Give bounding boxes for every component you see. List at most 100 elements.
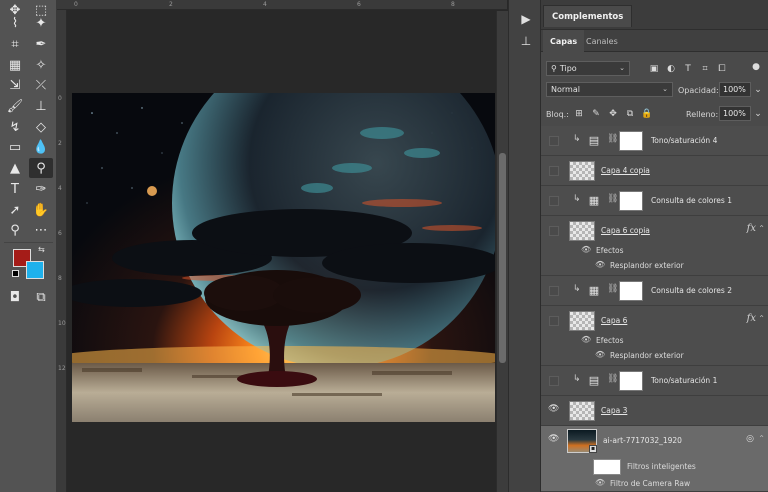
- gradient-icon[interactable]: ▭: [3, 137, 27, 157]
- lock-transparent-icon[interactable]: ⊞: [573, 108, 585, 120]
- crop-icon[interactable]: ⌗: [3, 34, 27, 54]
- more-icon[interactable]: ⋯: [29, 220, 53, 240]
- effects-row[interactable]: 👁 Efectos: [541, 333, 768, 348]
- lock-image-icon[interactable]: ✎: [590, 108, 602, 120]
- eyedropper-icon[interactable]: ✒: [29, 34, 53, 54]
- filter-toggle-icon[interactable]: ●: [750, 61, 762, 73]
- lock-all-icon[interactable]: 🔒: [641, 108, 653, 120]
- default-colors-icon[interactable]: [12, 270, 19, 277]
- scrollbar-thumb[interactable]: [499, 153, 506, 363]
- filter-adjustment-icon[interactable]: ◐: [665, 63, 677, 75]
- eye-icon[interactable]: 👁: [548, 404, 559, 414]
- magic-wand-icon[interactable]: ✦: [29, 13, 53, 33]
- layer-mask-thumbnail[interactable]: [619, 371, 643, 391]
- blur-icon[interactable]: 💧: [29, 137, 53, 157]
- clip-arrow-icon: ↳: [573, 284, 581, 294]
- visibility-toggle[interactable]: [549, 166, 559, 176]
- chevron-up-icon[interactable]: ⌃: [758, 224, 765, 233]
- layer-mask-thumbnail[interactable]: [619, 191, 643, 211]
- play-icon[interactable]: ▶: [517, 10, 535, 28]
- layer-mask-thumbnail[interactable]: [619, 281, 643, 301]
- background-color-swatch[interactable]: [26, 261, 44, 279]
- pen-icon[interactable]: ✑: [29, 179, 53, 199]
- lasso-icon[interactable]: ⌇: [3, 13, 27, 33]
- eye-icon[interactable]: 👁: [581, 245, 591, 254]
- brush-icon[interactable]: ⇲: [3, 75, 27, 95]
- eye-icon[interactable]: 👁: [595, 350, 605, 359]
- canvas-workspace[interactable]: [68, 11, 496, 492]
- tab-canales[interactable]: Canales: [579, 30, 625, 52]
- smudge-icon[interactable]: ▲: [3, 158, 27, 178]
- lock-artboard-icon[interactable]: ⧉: [624, 108, 636, 120]
- path-select-icon[interactable]: ➚: [3, 200, 27, 220]
- opacity-input[interactable]: 100%: [719, 82, 751, 97]
- blend-mode-dropdown[interactable]: Normal ⌄: [546, 82, 673, 97]
- layer-mask-thumbnail[interactable]: [619, 131, 643, 151]
- layer-thumbnail[interactable]: [569, 221, 595, 241]
- smart-object-thumbnail[interactable]: ▪: [567, 429, 597, 453]
- visibility-toggle[interactable]: [549, 136, 559, 146]
- eye-icon[interactable]: 👁: [548, 434, 559, 444]
- effect-item-row[interactable]: 👁 Resplandor exterior: [541, 348, 768, 363]
- dodge-icon[interactable]: ⚲: [29, 158, 53, 178]
- filter-smart-object-icon[interactable]: ⧠: [716, 63, 728, 75]
- link-icon: ⛓: [607, 134, 619, 144]
- smart-filters-row[interactable]: Filtros inteligentes: [541, 456, 768, 476]
- filter-shape-icon[interactable]: ⌗: [699, 63, 711, 75]
- layer-thumbnail[interactable]: [569, 161, 595, 181]
- eye-icon[interactable]: 👁: [595, 260, 605, 269]
- chevron-down-icon[interactable]: ⌄: [752, 108, 764, 120]
- smart-filter-toggle-icon[interactable]: ◎: [746, 434, 754, 444]
- smart-filter-item-row[interactable]: 👁 Filtro de Camera Raw: [541, 476, 768, 491]
- filter-pixel-icon[interactable]: ▣: [648, 63, 660, 75]
- visibility-toggle[interactable]: [549, 226, 559, 236]
- fill-input[interactable]: 100%: [719, 106, 751, 121]
- zoom-icon[interactable]: ⚲: [3, 220, 27, 240]
- layer-row[interactable]: ↳ ▤ ⛓ Tono/saturación 1: [541, 366, 768, 396]
- fx-icon[interactable]: fx: [747, 313, 756, 324]
- layer-row[interactable]: Capa 6 fx ⌃ 👁 Efectos 👁 Resplandor exter…: [541, 306, 768, 366]
- visibility-toggle[interactable]: [549, 316, 559, 326]
- layer-thumbnail[interactable]: [569, 401, 595, 421]
- lock-position-icon[interactable]: ✥: [607, 108, 619, 120]
- history-brush-icon[interactable]: 🖌: [3, 96, 27, 116]
- tab-complementos[interactable]: Complementos: [543, 5, 633, 27]
- text-icon[interactable]: T: [3, 179, 27, 199]
- puppet-icon[interactable]: ⊥: [517, 32, 535, 50]
- hand-icon[interactable]: ✋: [29, 200, 53, 220]
- chevron-up-icon[interactable]: ⌃: [758, 434, 765, 443]
- chevron-down-icon[interactable]: ⌄: [752, 84, 764, 96]
- layer-row-selected[interactable]: 👁 ▪ ai-art-7717032_1920 ◎ ⌃ Filtros inte…: [541, 426, 768, 492]
- document-canvas[interactable]: [72, 93, 495, 422]
- effects-row[interactable]: 👁 Efectos: [541, 243, 768, 258]
- tab-capas[interactable]: Capas: [543, 30, 585, 52]
- layer-row[interactable]: ↳ ▦ ⛓ Consulta de colores 2: [541, 276, 768, 306]
- filter-text-icon[interactable]: T: [682, 63, 694, 75]
- visibility-toggle[interactable]: [549, 376, 559, 386]
- swap-colors-icon[interactable]: ⇆: [38, 245, 45, 254]
- fx-icon[interactable]: fx: [747, 223, 756, 234]
- quick-mask-icon[interactable]: ◘: [3, 287, 27, 307]
- patch-icon[interactable]: ✧: [29, 55, 53, 75]
- art-history-icon[interactable]: ↯: [3, 117, 27, 137]
- healing-brush-icon[interactable]: ▦: [3, 55, 27, 75]
- chevron-up-icon[interactable]: ⌃: [758, 314, 765, 323]
- layer-row[interactable]: Capa 6 copia fx ⌃ 👁 Efectos 👁 Resplandor…: [541, 216, 768, 276]
- layer-row[interactable]: ↳ ▦ ⛓ Consulta de colores 1: [541, 186, 768, 216]
- screen-mode-icon[interactable]: ⧉: [29, 287, 53, 307]
- stamp-icon[interactable]: ⊥: [29, 96, 53, 116]
- layer-thumbnail[interactable]: [569, 311, 595, 331]
- smart-filter-mask-thumbnail[interactable]: [593, 459, 621, 475]
- clone-stamp-icon[interactable]: ⤫: [29, 75, 53, 95]
- eraser-icon[interactable]: ◇: [29, 117, 53, 137]
- effect-item-row[interactable]: 👁 Resplandor exterior: [541, 258, 768, 273]
- layer-filter-dropdown[interactable]: ⚲ Tipo ⌄: [546, 61, 630, 76]
- visibility-toggle[interactable]: [549, 196, 559, 206]
- layer-row[interactable]: 👁 Capa 3: [541, 396, 768, 426]
- layer-row[interactable]: ↳ ▤ ⛓ Tono/saturación 4: [541, 126, 768, 156]
- canvas-vertical-scrollbar[interactable]: [496, 11, 508, 492]
- layer-row[interactable]: Capa 4 copia: [541, 156, 768, 186]
- visibility-toggle[interactable]: [549, 286, 559, 296]
- eye-icon[interactable]: 👁: [581, 335, 591, 344]
- eye-icon[interactable]: 👁: [595, 478, 605, 487]
